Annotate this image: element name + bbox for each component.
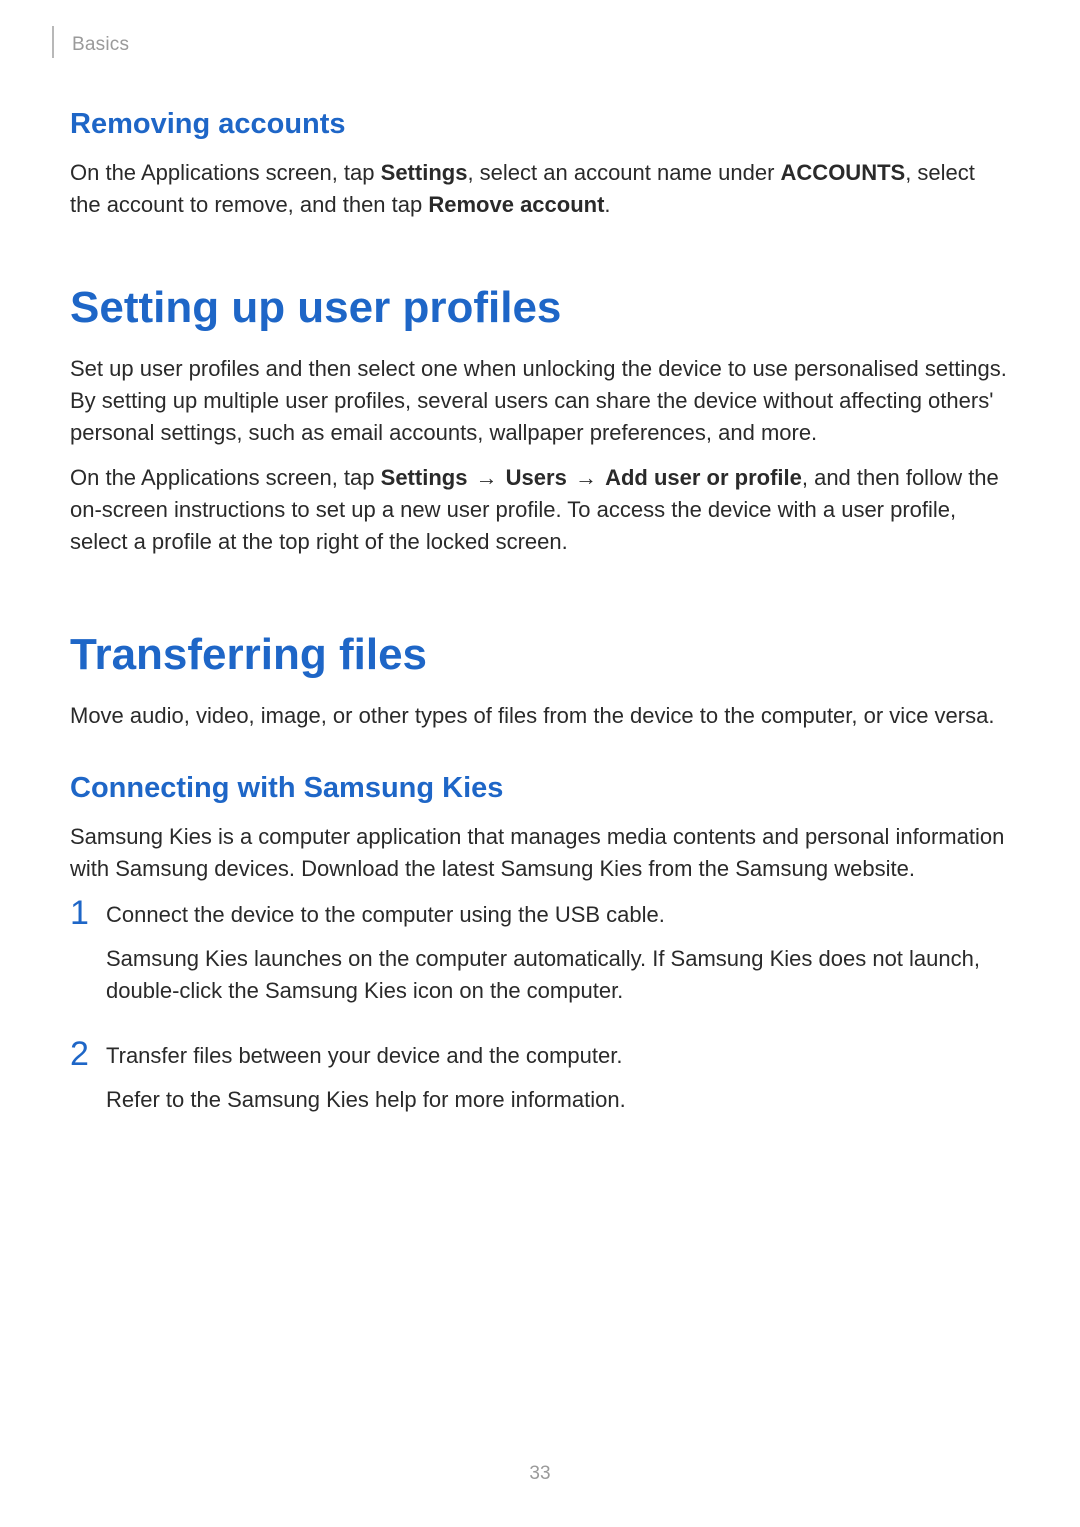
- step-line: Transfer files between your device and t…: [106, 1040, 1010, 1072]
- para-user-profiles-1: Set up user profiles and then select one…: [70, 353, 1010, 449]
- step-number: 1: [70, 896, 106, 930]
- step-number: 2: [70, 1037, 106, 1071]
- heading-kies: Connecting with Samsung Kies: [70, 772, 1010, 805]
- para-kies: Samsung Kies is a computer application t…: [70, 821, 1010, 885]
- step: 2Transfer files between your device and …: [70, 1040, 1010, 1128]
- steps-list: 1Connect the device to the computer usin…: [70, 899, 1010, 1128]
- para-transferring-files: Move audio, video, image, or other types…: [70, 700, 1010, 732]
- page: Basics Removing accounts On the Applicat…: [0, 0, 1080, 1527]
- step-body: Transfer files between your device and t…: [106, 1040, 1010, 1128]
- step-body: Connect the device to the computer using…: [106, 899, 1010, 1019]
- heading-removing-accounts: Removing accounts: [70, 108, 1010, 141]
- header-rule: [52, 26, 54, 58]
- heading-transferring-files: Transferring files: [70, 630, 1010, 680]
- step-line: Samsung Kies launches on the computer au…: [106, 943, 1010, 1007]
- step-line: Refer to the Samsung Kies help for more …: [106, 1084, 1010, 1116]
- step-line: Connect the device to the computer using…: [106, 899, 1010, 931]
- para-user-profiles-2: On the Applications screen, tap Settings…: [70, 462, 1010, 558]
- step: 1Connect the device to the computer usin…: [70, 899, 1010, 1019]
- header-section-label: Basics: [72, 34, 129, 56]
- page-number: 33: [0, 1463, 1080, 1485]
- content: Removing accounts On the Applications sc…: [70, 108, 1010, 1128]
- para-removing-accounts: On the Applications screen, tap Settings…: [70, 157, 1010, 221]
- heading-user-profiles: Setting up user profiles: [70, 283, 1010, 333]
